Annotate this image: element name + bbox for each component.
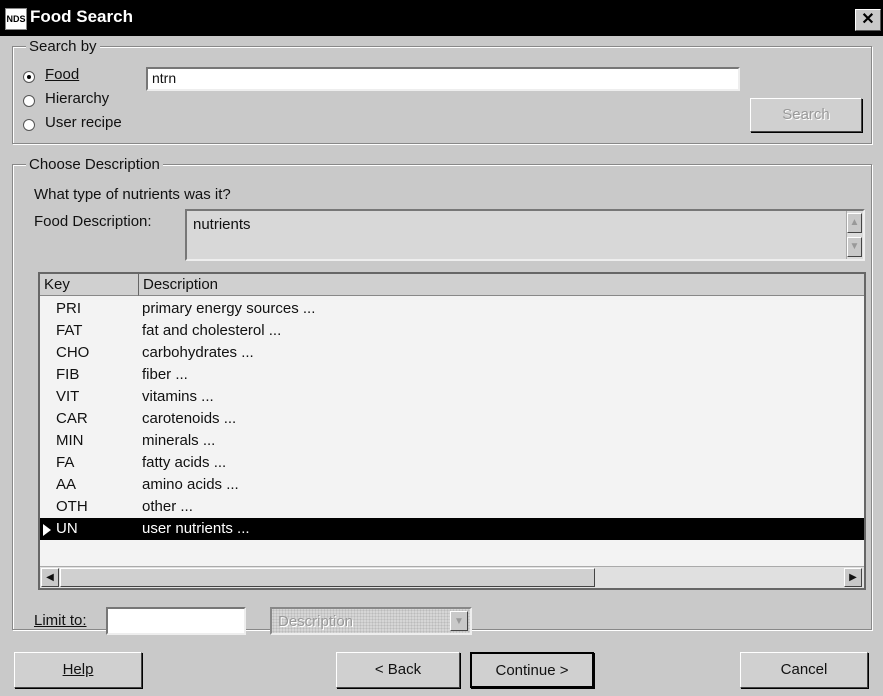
search-button[interactable]: Search — [750, 98, 862, 132]
limit-to-input[interactable] — [106, 607, 246, 635]
scroll-right-icon[interactable]: ▶ — [844, 568, 862, 587]
column-header-key[interactable]: Key — [40, 274, 138, 296]
limit-field-value: Description — [278, 613, 354, 630]
search-by-legend: Search by — [26, 38, 100, 55]
food-description-value: nutrients — [193, 216, 251, 233]
close-button[interactable]: ✕ — [855, 9, 881, 31]
scroll-up-icon[interactable]: ▲ — [847, 213, 862, 233]
food-description-box[interactable]: nutrients ▲ ▼ — [185, 209, 865, 261]
radio-user-recipe-label: User recipe — [45, 114, 122, 131]
table-row[interactable]: FA fatty acids ... — [40, 452, 864, 474]
table-row[interactable]: OTH other ... — [40, 496, 864, 518]
table-row[interactable]: MIN minerals ... — [40, 430, 864, 452]
radio-user-recipe-indicator[interactable] — [23, 119, 35, 131]
description-prompt: What type of nutrients was it? — [34, 186, 231, 203]
row-pointer-icon — [43, 524, 51, 536]
table-row[interactable]: PRI primary energy sources ... — [40, 298, 864, 320]
back-button[interactable]: < Back — [336, 652, 460, 688]
radio-hierarchy[interactable]: Hierarchy — [23, 90, 153, 110]
limit-field-select[interactable]: Description ▼ — [270, 607, 472, 635]
column-header-description[interactable]: Description — [138, 274, 864, 296]
table-row[interactable]: AA amino acids ... — [40, 474, 864, 496]
nutrient-table: Key Description PRI primary energy source… — [38, 272, 866, 590]
table-row[interactable]: CHO carbohydrates ... — [40, 342, 864, 364]
table-row[interactable]: FIB fiber ... — [40, 364, 864, 386]
radio-user-recipe[interactable]: User recipe — [23, 114, 153, 134]
radio-food-indicator[interactable] — [23, 71, 35, 83]
app-logo-icon: NDS — [5, 8, 27, 30]
food-description-label: Food Description: — [34, 213, 152, 230]
radio-food[interactable]: Food — [23, 66, 153, 86]
choose-description-legend: Choose Description — [26, 156, 163, 173]
description-scrollbar[interactable]: ▲ ▼ — [846, 211, 863, 259]
limit-to-label: Limit to: — [34, 612, 87, 629]
table-row[interactable]: VIT vitamins ... — [40, 386, 864, 408]
radio-hierarchy-indicator[interactable] — [23, 95, 35, 107]
horizontal-scrollbar[interactable]: ◀ ▶ — [40, 566, 864, 588]
scrollbar-thumb[interactable] — [60, 568, 595, 587]
cancel-button[interactable]: Cancel — [740, 652, 868, 688]
food-search-input[interactable]: ntrn — [146, 67, 740, 91]
radio-hierarchy-label: Hierarchy — [45, 90, 110, 107]
continue-button[interactable]: Continue > — [470, 652, 594, 688]
scroll-down-icon[interactable]: ▼ — [847, 237, 862, 257]
window-title: Food Search — [30, 7, 133, 26]
table-row-selected[interactable]: UN user nutrients ... — [40, 518, 864, 540]
close-icon: ✕ — [861, 11, 875, 28]
help-button[interactable]: Help — [14, 652, 142, 688]
chevron-down-icon[interactable]: ▼ — [450, 611, 468, 631]
title-bar: NDS Food Search ✕ — [0, 0, 883, 36]
radio-food-label: Food — [45, 66, 80, 83]
table-row[interactable]: FAT fat and cholesterol ... — [40, 320, 864, 342]
scroll-left-icon[interactable]: ◀ — [41, 568, 59, 587]
table-row[interactable]: CAR carotenoids ... — [40, 408, 864, 430]
